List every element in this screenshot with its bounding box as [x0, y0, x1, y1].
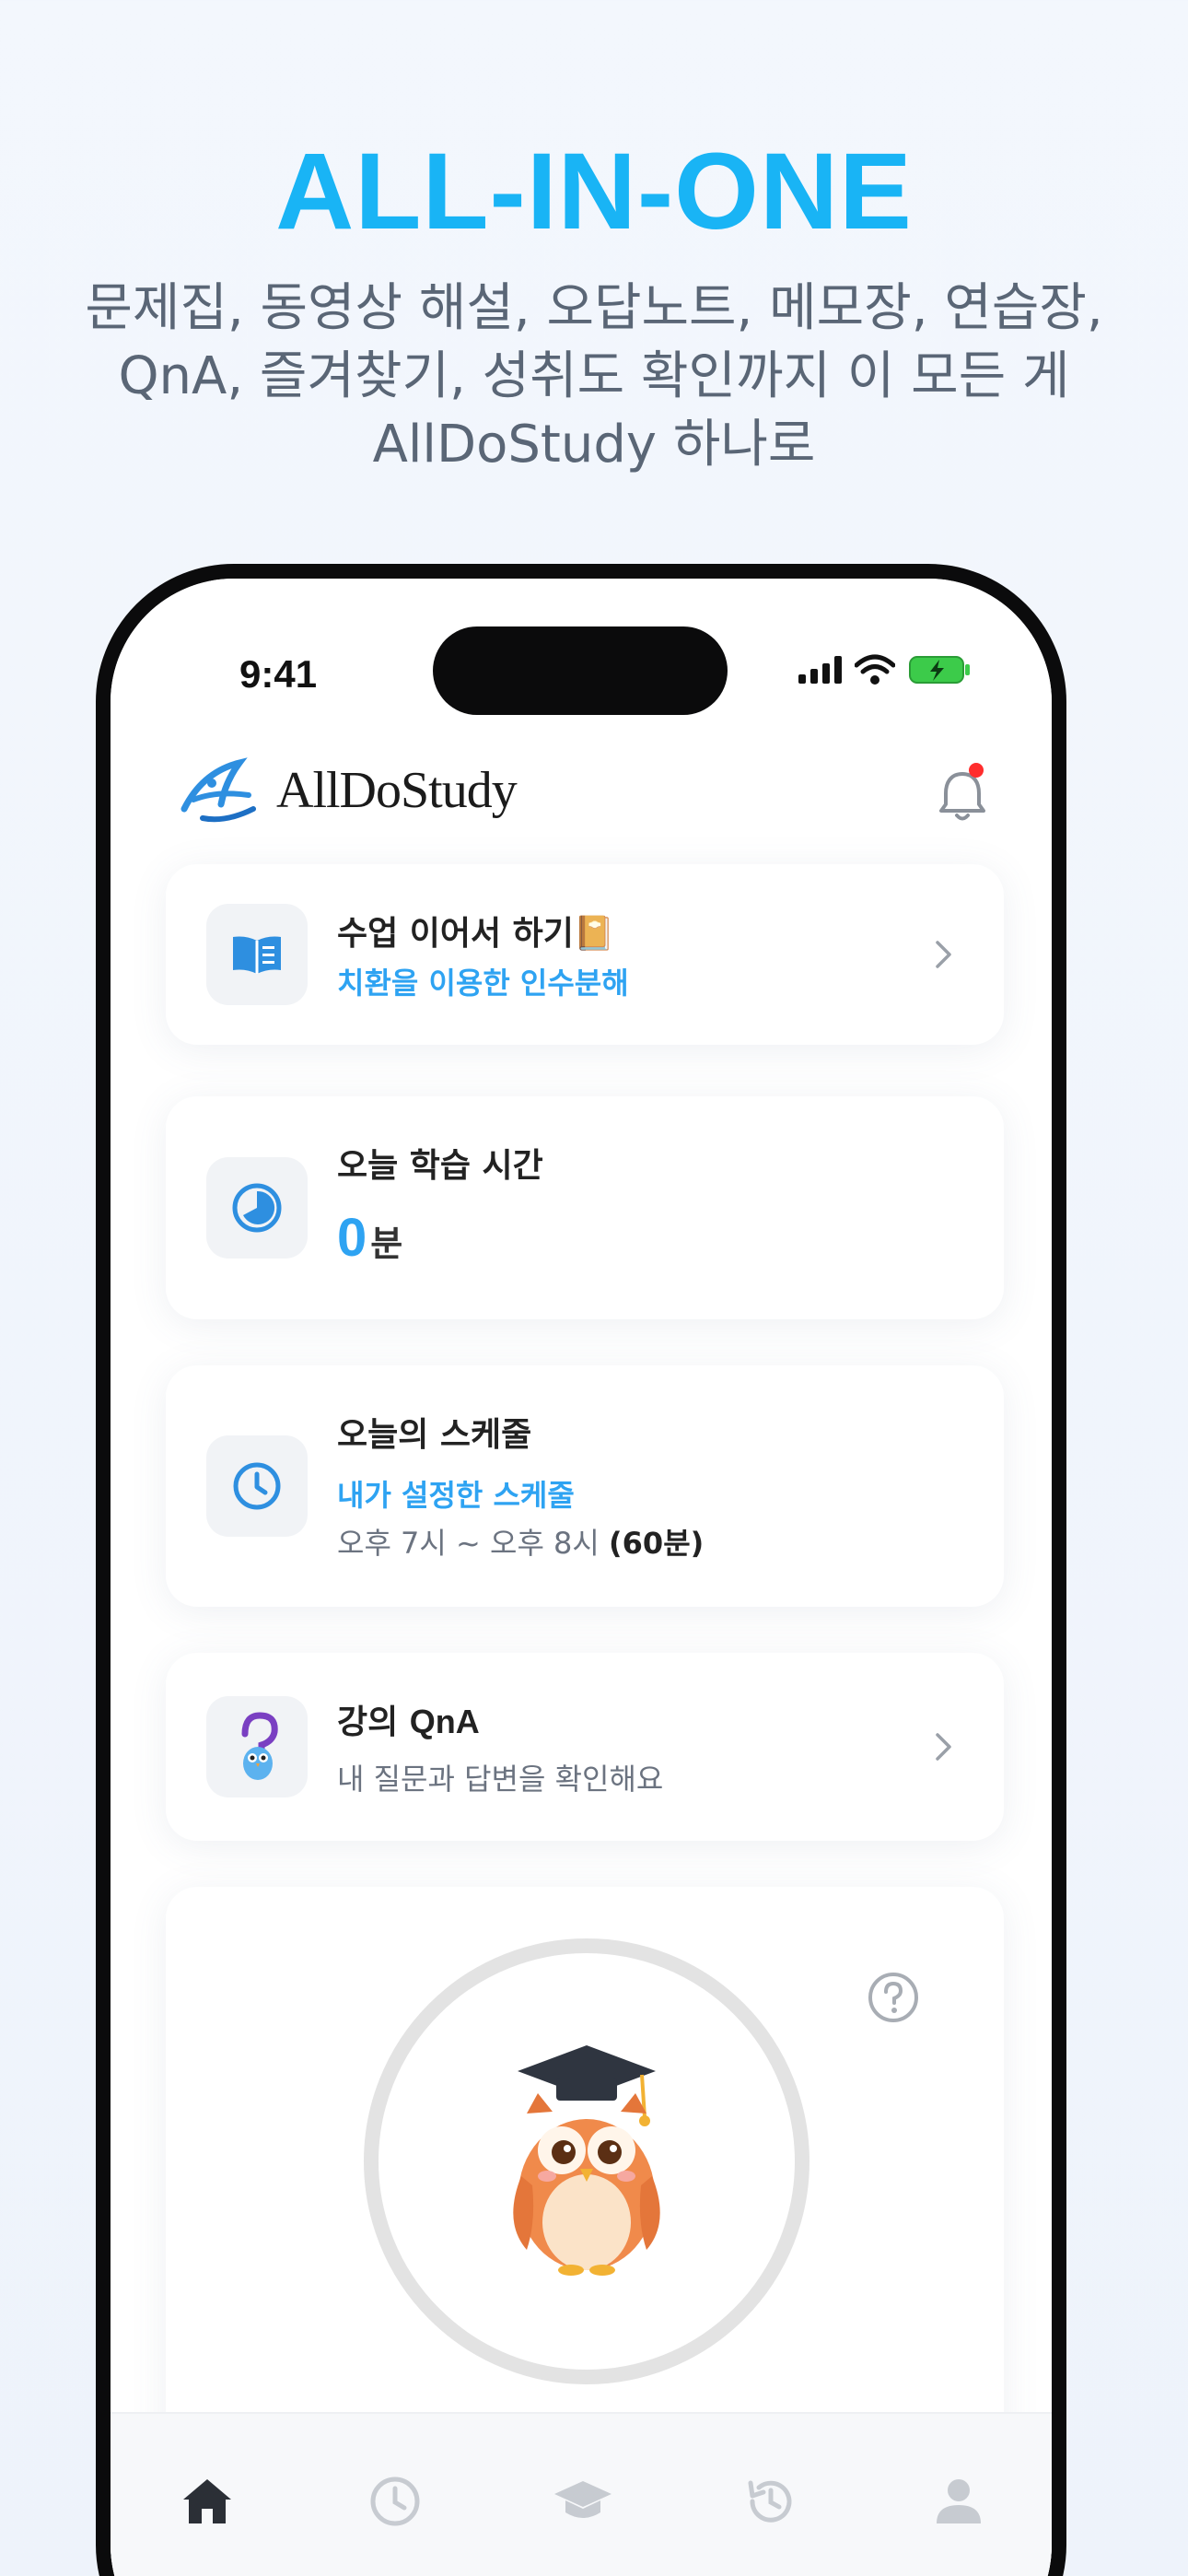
chevron-right-icon — [936, 1733, 951, 1761]
graduation-cap-icon — [554, 2481, 611, 2518]
schedule-duration: (60분) — [609, 1526, 705, 1561]
owl-question-icon-box — [206, 1696, 308, 1797]
schedule-time: 오후 7시 ~ 오후 8시 (60분) — [337, 1520, 704, 1563]
clock-icon-box — [206, 1435, 308, 1537]
battery-icon — [909, 656, 970, 684]
study-time-number: 0 — [337, 1208, 367, 1268]
phone-frame: 9:41 AllDoStudy 수업 이어서 하기📔 치환을 이용한 인수분해 … — [96, 564, 1066, 2576]
timer-icon-box — [206, 1157, 308, 1259]
qna-title-bold: QnA — [409, 1703, 480, 1740]
study-time-title: 오늘 학습 시간 — [337, 1147, 543, 1185]
schedule-title: 오늘의 스케줄 — [337, 1416, 532, 1454]
alldostudy-logo-icon — [181, 757, 256, 823]
signal-icon — [798, 656, 842, 684]
chevron-right-icon — [936, 941, 951, 968]
book-icon — [233, 936, 281, 974]
history-icon — [748, 2480, 792, 2523]
owl-mascot-icon — [513, 2045, 660, 2276]
promo-line-1: 문제집, 동영상 해설, 오답노트, 메모장, 연습장, — [85, 278, 1103, 338]
schedule-subtitle: 내가 설정한 스케줄 — [337, 1478, 575, 1513]
promo-headline: ALL-IN-ONE — [275, 131, 913, 252]
continue-subtitle: 치환을 이용한 인수분해 — [337, 966, 629, 1001]
study-time-card: 오늘 학습 시간 0분 — [166, 1096, 1004, 1319]
wifi-icon — [855, 654, 895, 685]
app-logo[interactable]: AllDoStudy — [175, 754, 518, 827]
owl-question-icon — [241, 1712, 278, 1780]
home-icon — [183, 2479, 231, 2523]
app-name: AllDoStudy — [276, 762, 518, 819]
notification-badge — [969, 763, 984, 778]
continue-title: 수업 이어서 하기📔 — [337, 915, 615, 953]
status-icons — [798, 654, 973, 685]
book-icon-box — [206, 904, 308, 1005]
clock-icon — [370, 2476, 420, 2526]
tab-home[interactable] — [175, 2469, 239, 2534]
notification-button[interactable] — [930, 763, 995, 827]
clock-icon — [233, 1462, 281, 1510]
continue-class-card[interactable]: 수업 이어서 하기📔 치환을 이용한 인수분해 — [166, 864, 1004, 1045]
qna-subtitle: 내 질문과 답변을 확인해요 — [337, 1762, 664, 1797]
app-screen: 9:41 AllDoStudy 수업 이어서 하기📔 치환을 이용한 인수분해 … — [111, 579, 1052, 2576]
tab-profile[interactable] — [926, 2469, 991, 2534]
tab-history[interactable] — [739, 2469, 803, 2534]
tab-bar — [111, 2412, 1052, 2576]
tab-lectures[interactable] — [551, 2469, 615, 2534]
qna-title-prefix: 강의 — [337, 1704, 410, 1741]
person-icon — [937, 2479, 981, 2523]
tab-schedule[interactable] — [363, 2469, 427, 2534]
promo-description: 문제집, 동영상 해설, 오답노트, 메모장, 연습장, QnA, 즐겨찾기, … — [0, 275, 1188, 479]
qna-title: 강의 QnA — [337, 1695, 480, 1743]
help-icon[interactable] — [866, 1970, 921, 2025]
qna-card[interactable]: 강의 QnA 내 질문과 답변을 확인해요 — [166, 1653, 1004, 1841]
bell-icon — [939, 772, 985, 821]
timer-icon — [232, 1183, 282, 1233]
schedule-card[interactable]: 오늘의 스케줄 내가 설정한 스케줄 오후 7시 ~ 오후 8시 (60분) — [166, 1365, 1004, 1607]
study-time-unit: 분 — [370, 1224, 403, 1264]
status-time: 9:41 — [239, 652, 318, 696]
promo-line-2: QnA, 즐겨찾기, 성취도 확인까지 이 모든 게 — [118, 346, 1070, 406]
schedule-time-range: 오후 7시 ~ 오후 8시 — [337, 1526, 600, 1561]
dynamic-island — [433, 626, 728, 715]
promo-line-3: AllDoStudy 하나로 — [372, 415, 816, 474]
study-time-value: 0분 — [337, 1207, 402, 1269]
